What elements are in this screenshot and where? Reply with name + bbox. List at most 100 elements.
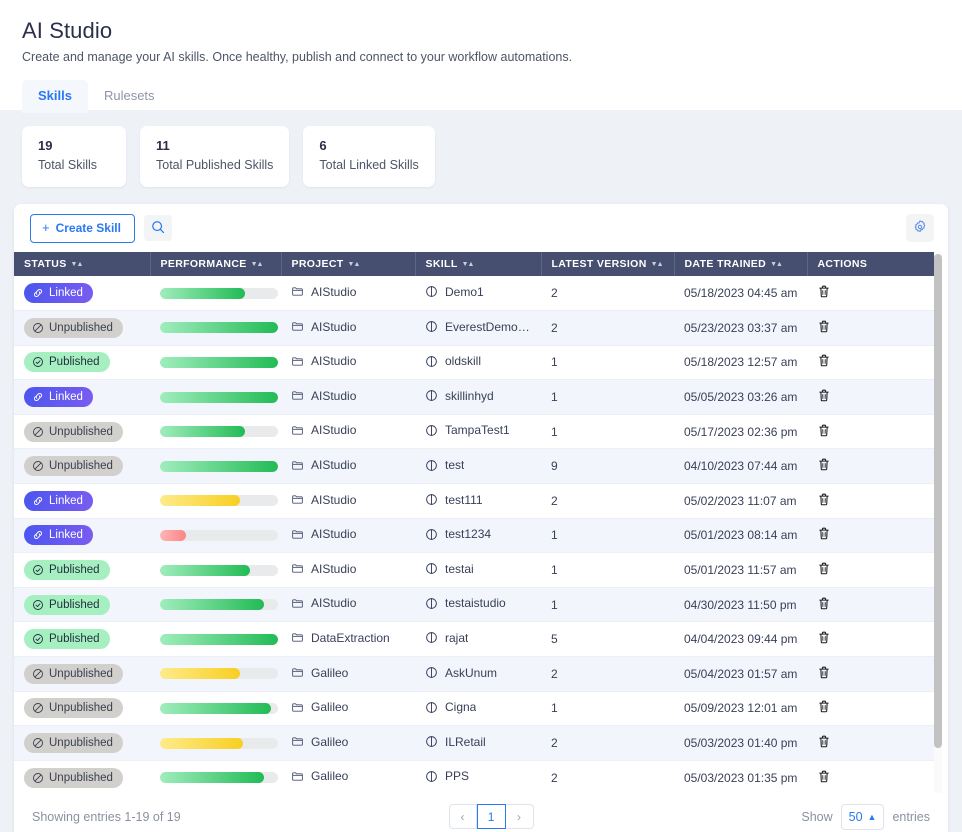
folder-icon [291, 355, 304, 368]
table-row[interactable]: Unpublished AIStudio test 9 04/10/2023 07:44… [14, 448, 940, 485]
table-row[interactable]: Linked AIStudio test1234 1 05/01/2023 08:14 … [14, 518, 940, 554]
col-header-date-trained[interactable]: DATE TRAINED ▼▲ [674, 252, 808, 276]
tab-bar: Skills Rulesets [22, 80, 940, 113]
table-row[interactable]: Unpublished Galileo ILRetail 2 05/03/2023 01… [14, 725, 940, 761]
delete-row-button[interactable] [817, 769, 831, 787]
delete-row-button[interactable] [817, 699, 831, 717]
show-label: Show [801, 809, 833, 824]
skill-name: rajat [445, 630, 469, 645]
table-row[interactable]: Published DataExtraction rajat 5 04/04/2023 … [14, 621, 940, 658]
col-header-performance[interactable]: PERFORMANCE ▼▲ [150, 252, 282, 276]
table-row[interactable]: Unpublished AIStudio EverestDemoInten... 2 0… [14, 310, 940, 346]
table-row[interactable]: Linked AIStudio skillinhyd 1 05/05/2023 03:2… [14, 379, 940, 415]
unpublished-icon [32, 426, 44, 438]
sort-icon[interactable]: ▼▲ [651, 261, 664, 268]
cell-date-trained: 05/04/2023 01:57 am [674, 656, 807, 692]
sort-icon[interactable]: ▼▲ [251, 261, 264, 268]
project-name: AIStudio [311, 388, 357, 403]
delete-row-button[interactable] [817, 526, 831, 544]
sort-icon[interactable]: ▼▲ [770, 261, 783, 268]
ai-studio-page: AI Studio Create and manage your AI skil… [0, 0, 962, 832]
date-value: 05/01/2023 11:57 am [684, 563, 797, 578]
cell-skill: test [415, 448, 541, 485]
cell-latest-version: 2 [541, 310, 674, 346]
table-row[interactable]: Published AIStudio testaistudio 1 04/30/2023… [14, 587, 940, 623]
cell-project: AIStudio [281, 276, 415, 312]
cell-actions [807, 725, 940, 761]
stat-value: 6 [319, 138, 327, 153]
trash-icon [817, 699, 831, 717]
delete-row-button[interactable] [817, 319, 831, 337]
table-row[interactable]: Linked AIStudio Demo1 2 05/18/2023 04:45 am [14, 276, 940, 312]
col-header-status[interactable]: STATUS ▼▲ [14, 252, 151, 276]
trash-icon [817, 561, 831, 579]
delete-row-button[interactable] [817, 353, 831, 371]
project-name: AIStudio [311, 561, 357, 576]
folder-icon [291, 320, 304, 333]
status-label: Unpublished [49, 460, 113, 473]
skill-circle-icon [425, 320, 438, 333]
cell-project: AIStudio [281, 587, 415, 623]
table-settings-button[interactable] [906, 214, 934, 242]
skill-circle-icon [425, 562, 438, 575]
sort-icon[interactable]: ▼▲ [462, 261, 475, 268]
delete-row-button[interactable] [817, 596, 831, 614]
col-header-latest-version[interactable]: LATEST VERSION ▼▲ [541, 252, 675, 276]
pagination: ‹ 1 › [448, 804, 534, 829]
cell-actions [807, 414, 940, 450]
col-header-skill[interactable]: SKILL ▼▲ [415, 252, 542, 276]
search-button[interactable] [143, 215, 172, 241]
table-vertical-scrollbar[interactable] [934, 252, 942, 793]
pagination-container: ‹ 1 › [181, 804, 802, 829]
status-badge: Unpublished [24, 317, 123, 338]
version-value: 2 [551, 320, 558, 335]
cell-actions [807, 310, 940, 346]
status-badge: Published [24, 629, 110, 650]
cell-performance [150, 276, 281, 312]
tab-skills[interactable]: Skills [22, 80, 88, 113]
cell-project: Galileo [281, 656, 415, 692]
delete-row-button[interactable] [817, 665, 831, 683]
cell-skill: Cigna [415, 691, 541, 727]
table-row[interactable]: Published AIStudio oldskill 1 05/18/2023 12:… [14, 345, 940, 381]
table-row[interactable]: Unpublished Galileo AskUnum 2 05/04/2023 01:… [14, 656, 940, 692]
table-row[interactable]: Unpublished Galileo Cigna 1 05/09/2023 12:01… [14, 691, 940, 727]
delete-row-button[interactable] [817, 630, 831, 648]
pagination-next-button[interactable]: › [505, 804, 534, 829]
cell-status: Unpublished [14, 691, 150, 727]
delete-row-button[interactable] [817, 284, 831, 302]
delete-row-button[interactable] [817, 561, 831, 579]
cell-skill: oldskill [415, 345, 541, 381]
project-name: Galileo [311, 700, 349, 715]
tab-rulesets[interactable]: Rulesets [88, 80, 171, 113]
cell-project: AIStudio [281, 552, 415, 588]
delete-row-button[interactable] [817, 388, 831, 406]
page-size-select[interactable]: 50 ▲ [840, 803, 885, 830]
trash-icon [817, 526, 831, 544]
delete-row-button[interactable] [817, 734, 831, 752]
sort-icon[interactable]: ▼▲ [71, 261, 84, 268]
cell-date-trained: 05/17/2023 02:36 pm [674, 414, 807, 450]
table-row[interactable]: Published AIStudio testai 1 05/01/2023 11:57… [14, 552, 940, 588]
cell-date-trained: 05/01/2023 08:14 am [674, 518, 807, 554]
trash-icon [817, 319, 831, 337]
version-value: 1 [551, 597, 558, 612]
create-skill-button[interactable]: + Create Skill [30, 213, 135, 243]
scrollbar-thumb[interactable] [934, 254, 942, 748]
date-value: 05/05/2023 03:26 am [684, 390, 798, 405]
sort-icon[interactable]: ▼▲ [348, 261, 361, 268]
table-row[interactable]: Linked AIStudio test111 2 05/02/2023 11:07 a… [14, 483, 940, 519]
project-name: Galileo [311, 734, 349, 749]
table-head: STATUS ▼▲ PERFORMANCE ▼▲ PROJECT ▼▲ SKILL ▼▲… [14, 252, 940, 276]
delete-row-button[interactable] [817, 492, 831, 510]
skill-circle-icon [425, 424, 438, 437]
pagination-page-1[interactable]: 1 [476, 804, 506, 829]
pagination-prev-button[interactable]: ‹ [448, 804, 477, 829]
table-row[interactable]: Unpublished Galileo PPS 2 05/03/2023 01:35 p… [14, 760, 940, 793]
skill-circle-icon [425, 493, 438, 506]
table-row[interactable]: Unpublished AIStudio TampaTest1 1 05/17/2023… [14, 414, 940, 450]
col-header-project[interactable]: PROJECT ▼▲ [281, 252, 416, 276]
delete-row-button[interactable] [817, 457, 831, 475]
delete-row-button[interactable] [817, 423, 831, 441]
version-value: 1 [551, 563, 558, 578]
